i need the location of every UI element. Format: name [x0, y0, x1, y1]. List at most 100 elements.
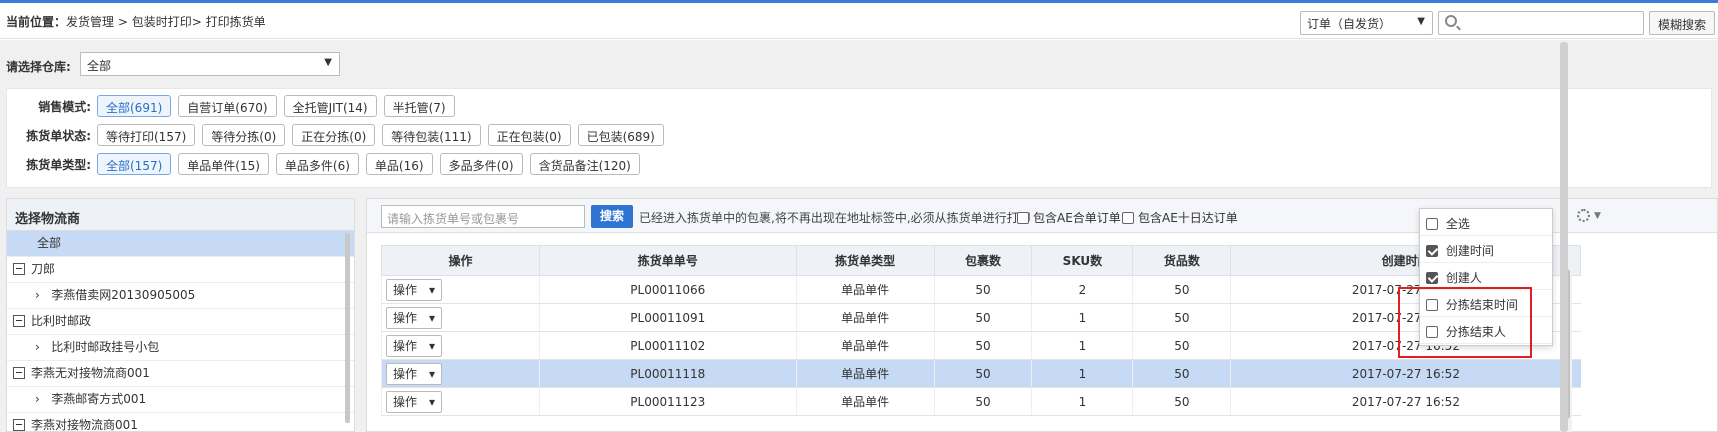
cell-picklist-no: PL00011066 — [538, 275, 797, 304]
cell-sku-count: 1 — [1031, 303, 1133, 332]
checkbox-checked[interactable] — [1426, 272, 1438, 284]
checkbox-box[interactable] — [1426, 218, 1438, 230]
page-scrollbar[interactable] — [1560, 42, 1568, 432]
chevron-down-icon: ▾ — [428, 366, 435, 381]
warehouse-select[interactable]: 全部 ▼ — [80, 52, 340, 76]
ae-ten-day-checkbox[interactable]: 包含AE十日达订单 — [1122, 209, 1238, 226]
checkbox-box[interactable] — [1122, 212, 1134, 224]
chip-sales-jit[interactable]: 全托管JIT(14) — [283, 95, 377, 117]
picklist-note: 已经进入拣货单中的包裹,将不再出现在地址标签中,必须从拣货单进行打印 — [639, 211, 1031, 225]
tree-child[interactable]: › 李燕借卖网20130905005 — [7, 283, 354, 309]
chevron-down-icon: ▼ — [1417, 16, 1425, 27]
scrollbar[interactable] — [345, 233, 350, 423]
col-header-package-count[interactable]: 包裹数 — [933, 245, 1033, 276]
filter-row-type: 拣货单类型: 全部(157) 单品单件(15) 单品多件(6) 单品(16) 多… — [7, 152, 647, 176]
top-search-input[interactable] — [1438, 11, 1644, 35]
cell-item-count: 50 — [1132, 387, 1231, 416]
tree-group[interactable]: 李燕无对接物流商001 — [7, 361, 354, 387]
chip-type-single-multi[interactable]: 单品多件(6) — [275, 153, 359, 175]
tree-group[interactable]: 李燕对接物流商001 — [7, 413, 354, 432]
chip-sales-self[interactable]: 自营订单(670) — [178, 95, 277, 117]
tree-child[interactable]: › 比利时邮政挂号小包 — [7, 335, 354, 361]
ae-merge-checkbox[interactable]: 包含AE合单订单 — [1017, 209, 1121, 226]
table-row-selected[interactable]: 操作 ▾ PL00011118 单品单件 50 1 50 2017-07-27 1… — [381, 359, 1581, 388]
collapse-icon[interactable] — [13, 367, 25, 379]
chip-status-wait-print[interactable]: 等待打印(157) — [97, 124, 196, 146]
logistics-tree: 全部 刀郎 › 李燕借卖网20130905005 比利时邮政 › 比利时邮政挂号… — [7, 231, 354, 432]
cell-package-count: 50 — [933, 331, 1032, 360]
col-header-action[interactable]: 操作 — [381, 245, 540, 276]
chip-status-wait-sort[interactable]: 等待分拣(0) — [202, 124, 286, 146]
col-header-picklist-type[interactable]: 拣货单类型 — [795, 245, 935, 276]
logistics-title: 选择物流商 — [7, 199, 354, 231]
chip-status-wait-pack[interactable]: 等待包装(111) — [382, 124, 481, 146]
table-row[interactable]: 操作 ▾ PL00011123 单品单件 50 1 50 2017-07-27 1… — [381, 387, 1581, 416]
top-bar: 当前位置：发货管理 > 包装时打印> 打印拣货单 订单（自发货） ▼ 模糊搜索 — [0, 3, 1718, 39]
cell-package-count: 50 — [933, 275, 1032, 304]
action-dropdown-button[interactable]: 操作 ▾ — [386, 278, 442, 301]
column-option-select-all[interactable]: 全选 — [1420, 209, 1552, 236]
action-label: 操作 — [393, 367, 418, 381]
chevron-right-icon: › — [35, 340, 40, 354]
action-dropdown-button[interactable]: 操作 ▾ — [386, 390, 442, 413]
tree-group[interactable]: 刀郎 — [7, 257, 354, 283]
action-dropdown-button[interactable]: 操作 ▾ — [386, 306, 442, 329]
highlight-annotation-box — [1398, 287, 1532, 358]
tree-item-label: 比利时邮政 — [31, 314, 92, 328]
tree-item-all[interactable]: 全部 — [7, 231, 354, 257]
filter-row-sales-mode: 销售模式: 全部(691) 自营订单(670) 全托管JIT(14) 半托管(7… — [7, 94, 462, 118]
checkbox-label: 包含AE十日达订单 — [1138, 211, 1238, 225]
collapse-icon[interactable] — [13, 315, 25, 327]
cell-sku-count: 1 — [1031, 331, 1133, 360]
checkbox-box[interactable] — [1017, 212, 1029, 224]
action-dropdown-button[interactable]: 操作 ▾ — [386, 362, 442, 385]
order-type-select[interactable]: 订单（自发货） ▼ — [1300, 11, 1433, 35]
chevron-right-icon: › — [35, 288, 40, 302]
tree-item-label: 李燕借卖网20130905005 — [51, 288, 196, 302]
breadcrumb-label: 当前位置： — [6, 15, 67, 29]
picklist-search-input[interactable]: 请输入拣货单号或包裹号 — [381, 205, 585, 228]
cell-picklist-type: 单品单件 — [795, 387, 935, 416]
option-label: 创建人 — [1445, 271, 1482, 285]
col-header-item-count[interactable]: 货品数 — [1132, 245, 1232, 276]
tree-item-label: 全部 — [37, 236, 62, 250]
action-dropdown-button[interactable]: 操作 ▾ — [386, 334, 442, 357]
logistics-panel: 选择物流商 全部 刀郎 › 李燕借卖网20130905005 比利时邮政 › 比… — [6, 198, 355, 432]
checkbox-checked[interactable] — [1426, 245, 1438, 257]
col-header-sku-count[interactable]: SKU数 — [1031, 245, 1134, 276]
chip-sales-all[interactable]: 全部(691) — [97, 95, 172, 117]
column-option-creator[interactable]: 创建人 — [1420, 263, 1552, 290]
breadcrumb: 当前位置：发货管理 > 包装时打印> 打印拣货单 — [6, 13, 266, 30]
tree-item-label: 李燕无对接物流商001 — [31, 366, 150, 380]
column-option-created-time[interactable]: 创建时间 — [1420, 236, 1552, 263]
collapse-icon[interactable] — [13, 419, 25, 431]
chip-type-single-single[interactable]: 单品单件(15) — [178, 153, 269, 175]
chip-status-packing[interactable]: 正在包装(0) — [487, 124, 571, 146]
collapse-icon[interactable] — [13, 263, 25, 275]
search-button[interactable]: 搜索 — [591, 205, 633, 228]
chevron-down-icon: ▾ — [428, 394, 435, 409]
gear-icon[interactable] — [1577, 209, 1590, 222]
cell-picklist-no: PL00011102 — [538, 331, 797, 360]
col-header-picklist-no[interactable]: 拣货单单号 — [538, 245, 797, 276]
filter-label: 销售模式: — [38, 99, 91, 114]
cell-picklist-type: 单品单件 — [795, 303, 935, 332]
fuzzy-search-button[interactable]: 模糊搜索 — [1649, 11, 1715, 35]
chip-type-multi-multi[interactable]: 多品多件(0) — [439, 153, 523, 175]
chevron-down-icon[interactable]: ▼ — [1594, 211, 1601, 221]
chip-type-remark[interactable]: 含货品备注(120) — [529, 153, 640, 175]
cell-picklist-no: PL00011123 — [538, 387, 797, 416]
chip-status-packed[interactable]: 已包装(689) — [577, 124, 664, 146]
action-label: 操作 — [393, 283, 418, 297]
action-label: 操作 — [393, 339, 418, 353]
warehouse-label: 请选择仓库: — [6, 60, 71, 74]
cell-picklist-type: 单品单件 — [795, 275, 935, 304]
chip-sales-semi[interactable]: 半托管(7) — [383, 95, 455, 117]
tree-child[interactable]: › 李燕邮寄方式001 — [7, 387, 354, 413]
cell-item-count: 50 — [1132, 359, 1231, 388]
filter-label: 拣货单状态: — [26, 128, 91, 143]
chip-type-single[interactable]: 单品(16) — [365, 153, 433, 175]
chip-type-all[interactable]: 全部(157) — [97, 153, 172, 175]
chip-status-sorting[interactable]: 正在分拣(0) — [292, 124, 376, 146]
tree-group[interactable]: 比利时邮政 — [7, 309, 354, 335]
